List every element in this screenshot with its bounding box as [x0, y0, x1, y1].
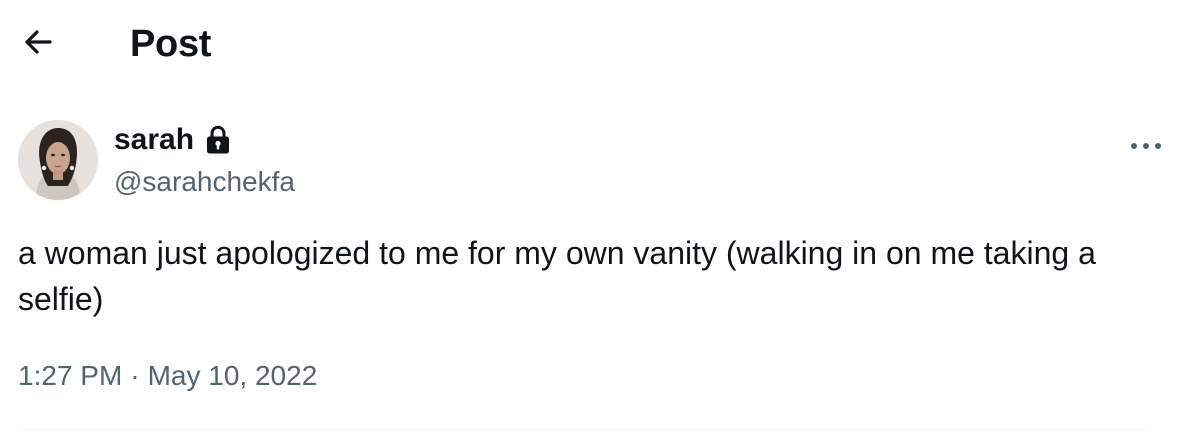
page-title: Post: [130, 23, 212, 65]
meta-separator: ·: [130, 360, 140, 391]
post-date[interactable]: May 10, 2022: [148, 356, 318, 396]
post-time[interactable]: 1:27 PM: [18, 356, 122, 396]
display-name-row: sarah: [114, 118, 295, 162]
lock-icon: [204, 124, 232, 156]
arrow-left-icon: [23, 29, 53, 60]
more-options-button[interactable]: [1124, 124, 1168, 168]
top-bar: Post: [0, 0, 1186, 88]
username-handle[interactable]: @sarahchekfa: [114, 164, 295, 200]
avatar[interactable]: [18, 120, 98, 200]
back-button[interactable]: [14, 20, 62, 68]
post-text: a woman just apologized to me for my own…: [18, 235, 1105, 317]
post-author: sarah @sarahchekfa: [18, 118, 1168, 202]
post-timestamp: 1:27 PM · May 10, 2022: [18, 356, 317, 396]
more-horizontal-icon: [1130, 137, 1162, 155]
divider: [18, 429, 1150, 430]
author-meta: sarah @sarahchekfa: [114, 118, 295, 200]
display-name[interactable]: sarah: [114, 118, 194, 162]
